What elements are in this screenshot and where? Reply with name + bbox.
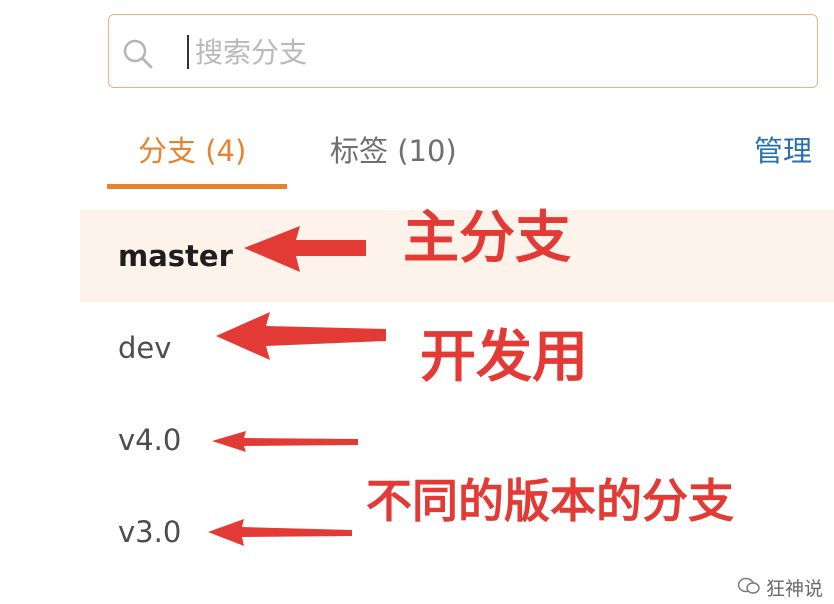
- annotation-main-branch: 主分支: [403, 206, 571, 271]
- watermark: 狂神说: [738, 574, 823, 601]
- tab-bar: 分支 (4) 标签 (10) 管理: [80, 120, 834, 194]
- active-tab-indicator: [107, 184, 287, 189]
- annotation-version-branches: 不同的版本的分支: [366, 474, 734, 528]
- text-caret: [187, 35, 189, 69]
- branch-name: v3.0: [118, 515, 182, 549]
- tab-branches[interactable]: 分支 (4): [138, 128, 246, 170]
- search-box[interactable]: [108, 14, 818, 88]
- wechat-icon: [738, 577, 760, 594]
- tab-tags[interactable]: 标签 (10): [330, 128, 457, 170]
- annotation-dev-use: 开发用: [420, 325, 588, 390]
- branch-name: dev: [118, 331, 172, 365]
- branch-name: v4.0: [118, 423, 182, 457]
- left-sidebar-strip: [0, 0, 81, 604]
- search-icon: [123, 39, 153, 69]
- branch-name: master: [118, 239, 233, 273]
- watermark-text: 狂神说: [766, 578, 824, 600]
- manage-link[interactable]: 管理: [754, 128, 812, 170]
- search-input[interactable]: [193, 29, 797, 75]
